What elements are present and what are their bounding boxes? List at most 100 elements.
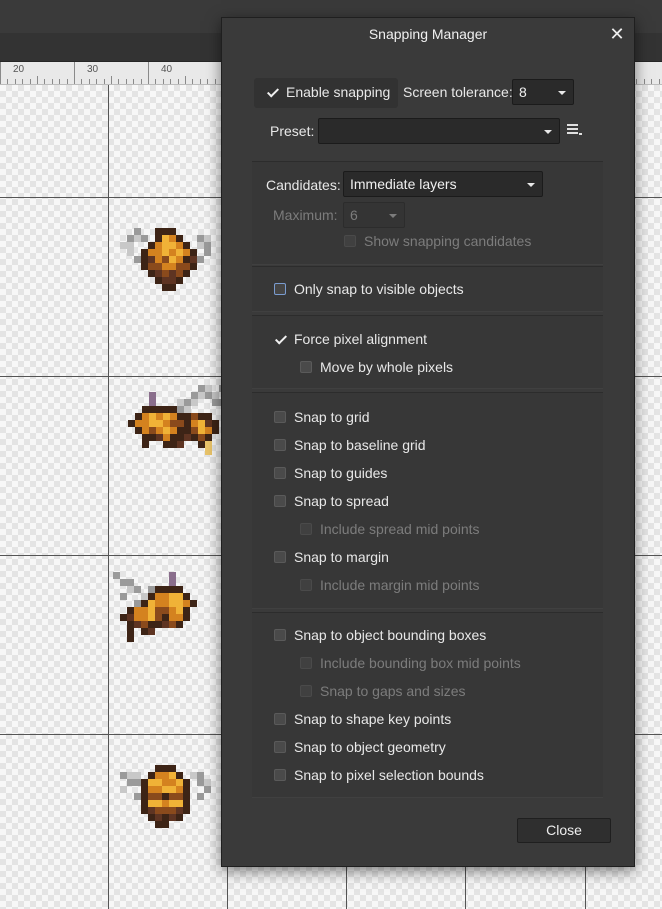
only-visible-checkbox[interactable]: Only snap to visible objects	[274, 281, 464, 297]
candidates-dropdown[interactable]: Immediate layers	[343, 171, 543, 197]
spread-mid-checkbox[interactable]: Include spread mid points	[300, 521, 480, 537]
sprite-pixel	[197, 779, 204, 786]
sprite-pixel	[127, 621, 134, 628]
ruler-tick	[192, 79, 193, 84]
sprite-pixel	[155, 270, 162, 277]
sprite-pixel	[156, 427, 163, 434]
sprite-pixel	[170, 413, 177, 420]
screen-tolerance-dropdown[interactable]: 8	[512, 79, 574, 105]
sprite-pixel	[162, 814, 169, 821]
chevron-down-icon	[389, 214, 397, 218]
enable-snapping-checkbox[interactable]: Enable snapping	[266, 84, 390, 100]
ruler-label-40: 40	[161, 64, 173, 75]
snap-margin-checkbox[interactable]: Snap to margin	[274, 549, 389, 565]
ruler-tick	[67, 79, 68, 84]
maximum-dropdown[interactable]: 6	[343, 202, 405, 228]
sprite-pixel	[156, 434, 163, 441]
sprite-pixel	[141, 786, 148, 793]
sprite-pixel	[127, 586, 134, 593]
sprite-pixel	[204, 249, 211, 256]
snap-bbox-checkbox[interactable]: Snap to object bounding boxes	[274, 627, 486, 643]
ruler-tick	[0, 62, 1, 84]
gaps-sizes-label: Snap to gaps and sizes	[320, 683, 466, 699]
sprite-pixel	[184, 420, 191, 427]
dialog-titlebar[interactable]: Snapping Manager ✕	[222, 18, 634, 50]
checkbox-icon	[344, 235, 356, 247]
ruler-tick	[207, 79, 208, 84]
sprite-pixel	[148, 807, 155, 814]
shape-key-checkbox[interactable]: Snap to shape key points	[274, 711, 451, 727]
sprite-pixel	[170, 434, 177, 441]
sprite-pixel	[148, 793, 155, 800]
sprite-pixel	[155, 249, 162, 256]
snap-baseline-checkbox[interactable]: Snap to baseline grid	[274, 437, 426, 453]
sprite-pixel	[163, 413, 170, 420]
sprite-pixel	[156, 413, 163, 420]
sprite-pixel	[141, 593, 148, 600]
sprite-pixel	[142, 420, 149, 427]
sprite-pixel	[176, 600, 183, 607]
sprite-pixel	[155, 600, 162, 607]
close-button[interactable]: Close	[517, 818, 611, 843]
checkbox-icon	[300, 523, 312, 535]
force-pixel-checkbox[interactable]: Force pixel alignment	[274, 331, 427, 347]
ruler-tick	[126, 79, 127, 84]
sprite-pixel	[135, 420, 142, 427]
sprite-pixel	[141, 800, 148, 807]
snap-spread-label: Snap to spread	[294, 493, 389, 509]
sprite-pixel	[149, 399, 156, 406]
ruler-tick	[651, 79, 652, 84]
preset-menu-icon[interactable]	[567, 124, 583, 138]
sprite-pixel	[142, 406, 149, 413]
gaps-sizes-checkbox[interactable]: Snap to gaps and sizes	[300, 683, 466, 699]
sprite-pixel	[183, 614, 190, 621]
sprite-pixel	[141, 256, 148, 263]
bbox-mid-checkbox[interactable]: Include bounding box mid points	[300, 655, 521, 671]
sprite-pixel	[169, 228, 176, 235]
sprite-pixel	[169, 593, 176, 600]
sprite-pixel	[169, 765, 176, 772]
sprite-pixel	[141, 807, 148, 814]
ruler-tick	[7, 79, 8, 84]
ruler-tick	[118, 79, 119, 84]
preset-dropdown[interactable]	[318, 118, 560, 144]
sprite-pixel	[162, 765, 169, 772]
sprite-pixel	[141, 621, 148, 628]
ruler-tick	[644, 79, 645, 84]
sprite-pixel	[155, 821, 162, 828]
sprite-pixel	[155, 807, 162, 814]
sprite-pixel	[183, 600, 190, 607]
sprite-pixel	[155, 263, 162, 270]
move-whole-pixels-checkbox[interactable]: Move by whole pixels	[300, 359, 453, 375]
pixel-selection-checkbox[interactable]: Snap to pixel selection bounds	[274, 767, 484, 783]
ruler-tick	[111, 76, 112, 84]
sprite-pixel	[169, 579, 176, 586]
sprite-pixel	[197, 256, 204, 263]
shape-key-label: Snap to shape key points	[294, 711, 452, 727]
sprite-pixel	[176, 621, 183, 628]
close-icon[interactable]: ✕	[606, 23, 628, 45]
sprite-pixel	[198, 420, 205, 427]
snap-guides-checkbox[interactable]: Snap to guides	[274, 465, 387, 481]
sprite-pixel	[176, 235, 183, 242]
sprite-pixel	[169, 572, 176, 579]
sprite-pixel	[163, 406, 170, 413]
sprite-pixel	[176, 242, 183, 249]
checkbox-icon	[274, 741, 286, 753]
ruler-tick	[133, 79, 134, 84]
sprite-pixel	[142, 413, 149, 420]
sprite-pixel	[169, 600, 176, 607]
snap-spread-checkbox[interactable]: Snap to spread	[274, 493, 389, 509]
sprite-pixel	[148, 586, 155, 593]
object-geometry-checkbox[interactable]: Snap to object geometry	[274, 739, 446, 755]
sprite-pixel	[134, 256, 141, 263]
show-candidates-checkbox[interactable]: Show snapping candidates	[344, 233, 531, 249]
sprite-pixel	[149, 406, 156, 413]
sprite-pixel	[155, 586, 162, 593]
sprite-pixel	[148, 614, 155, 621]
sprite-pixel	[169, 621, 176, 628]
margin-mid-checkbox[interactable]: Include margin mid points	[300, 577, 480, 593]
sprite-pixel	[148, 600, 155, 607]
sprite-pixel	[162, 786, 169, 793]
snap-grid-checkbox[interactable]: Snap to grid	[274, 409, 370, 425]
